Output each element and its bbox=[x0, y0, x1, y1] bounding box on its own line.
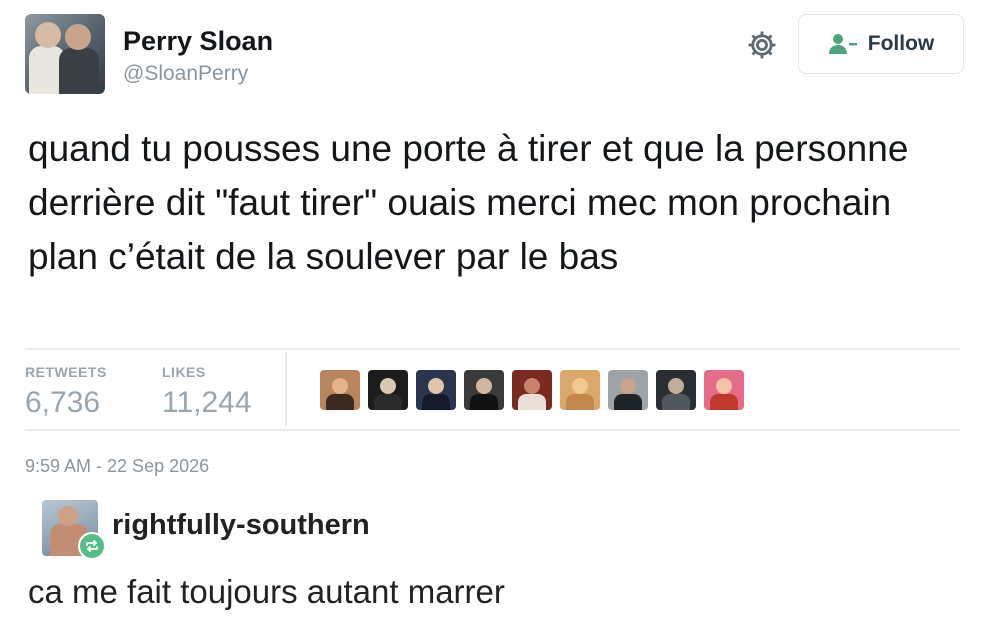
retweets-count[interactable]: 6,736 bbox=[25, 386, 100, 420]
follow-person-icon bbox=[828, 34, 857, 54]
author-handle[interactable]: @SloanPerry bbox=[123, 62, 248, 86]
liker-avatar[interactable] bbox=[560, 370, 600, 410]
stats-vertical-divider bbox=[285, 352, 287, 426]
follow-button[interactable]: Follow bbox=[798, 14, 964, 74]
liker-avatar[interactable] bbox=[368, 370, 408, 410]
tweet-timestamp[interactable]: 9:59 AM - 22 Sep 2026 bbox=[25, 456, 209, 477]
liker-avatars bbox=[320, 370, 744, 410]
likes-label: LIKES bbox=[162, 364, 206, 380]
liker-avatar[interactable] bbox=[704, 370, 744, 410]
liker-avatar[interactable] bbox=[416, 370, 456, 410]
likes-count[interactable]: 11,244 bbox=[162, 386, 252, 420]
liker-avatar[interactable] bbox=[656, 370, 696, 410]
liker-avatar[interactable] bbox=[512, 370, 552, 410]
retweets-label: RETWEETS bbox=[25, 364, 107, 380]
liker-avatar[interactable] bbox=[608, 370, 648, 410]
author-name[interactable]: Perry Sloan bbox=[123, 26, 273, 57]
liker-avatar[interactable] bbox=[464, 370, 504, 410]
reblog-comment: ca me fait toujours autant marrer bbox=[28, 573, 505, 610]
gear-icon[interactable] bbox=[745, 28, 779, 62]
stats-divider-top bbox=[25, 348, 960, 350]
reblogger-username[interactable]: rightfully-southern bbox=[112, 509, 370, 542]
liker-avatar[interactable] bbox=[320, 370, 360, 410]
reblog-icon bbox=[86, 540, 98, 552]
tweet-text: quand tu pousses une porte à tirer et qu… bbox=[28, 128, 909, 277]
stats-divider-bottom bbox=[25, 429, 960, 431]
author-avatar[interactable] bbox=[25, 14, 105, 94]
reblog-badge bbox=[78, 532, 106, 560]
follow-button-label: Follow bbox=[867, 32, 935, 55]
